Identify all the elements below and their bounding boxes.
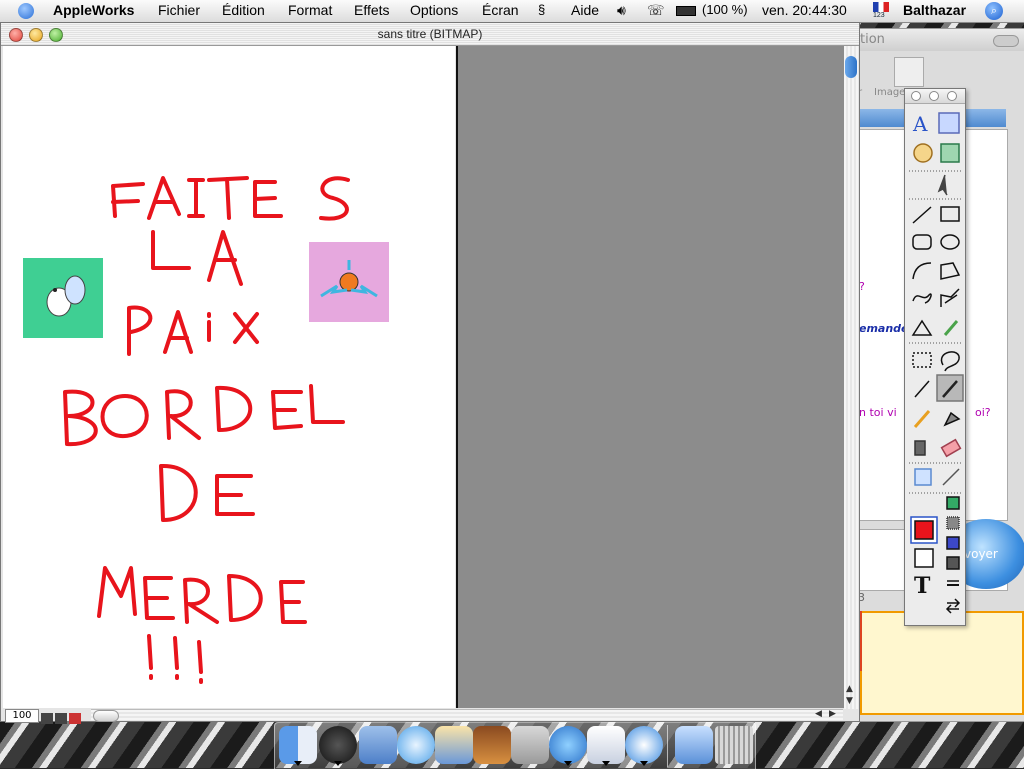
imovie-icon[interactable]: [473, 726, 511, 764]
eraser-tool-icon[interactable]: [937, 437, 961, 461]
rectangle-tool-icon[interactable]: [937, 203, 961, 227]
window-title: sans titre (BITMAP): [377, 27, 483, 41]
vertical-scroll-thumb[interactable]: [845, 56, 857, 78]
apple-menu-icon[interactable]: [18, 3, 34, 19]
notification-panel: [860, 611, 1024, 715]
horizontal-scroll-thumb[interactable]: [93, 710, 119, 722]
menu-ecran[interactable]: Écran: [482, 2, 519, 18]
safari-icon[interactable]: [625, 726, 663, 764]
zoom-controls[interactable]: [41, 709, 85, 724]
menu-edition[interactable]: Édition: [222, 2, 265, 18]
paint-bucket-tool-icon[interactable]: [937, 407, 961, 431]
scroll-down-arrow-icon[interactable]: ▼: [846, 696, 853, 706]
dock-divider: [667, 725, 668, 767]
horizontal-scrollbar[interactable]: ◀ ▶: [91, 709, 843, 722]
trash-icon[interactable]: [715, 726, 753, 764]
tool-palette[interactable]: A T: [904, 88, 966, 626]
scroll-right-arrow-icon[interactable]: ▶: [829, 709, 836, 719]
scroll-up-arrow-icon[interactable]: ▲: [846, 684, 853, 694]
polygon-tool-icon[interactable]: [937, 259, 961, 283]
spray-can-tool-icon[interactable]: [911, 437, 935, 461]
pencil-tool-icon[interactable]: [911, 407, 935, 431]
battery-percent: (100 %): [702, 2, 748, 17]
menu-effets[interactable]: Effets: [354, 2, 390, 18]
spotlight-icon[interactable]: ⌕: [985, 2, 1003, 20]
pachirisu-sprite: [23, 258, 103, 338]
menu-aide[interactable]: Aide: [571, 2, 599, 18]
zoom-percent-field[interactable]: 100: [5, 709, 39, 723]
fill-color-swatch[interactable]: [911, 517, 937, 543]
image-toolbar-icon[interactable]: [894, 57, 924, 87]
arc-tool-icon[interactable]: [911, 259, 935, 283]
menu-options[interactable]: Options: [410, 2, 458, 18]
text-tool-label[interactable]: T: [914, 573, 930, 599]
zoom-out-icon[interactable]: [41, 713, 53, 724]
paint-canvas[interactable]: [3, 46, 455, 708]
window-titlebar[interactable]: sans titre (BITMAP): [1, 23, 859, 46]
zoom-in-icon[interactable]: [55, 713, 67, 724]
ichat-icon[interactable]: [549, 726, 587, 764]
triangle-tool-icon[interactable]: [911, 317, 935, 341]
marquee-tool-icon[interactable]: [911, 347, 935, 371]
app-menu[interactable]: AppleWorks: [53, 2, 134, 18]
pointer-tool-icon[interactable]: [937, 173, 961, 197]
canvas-pasteboard: [456, 46, 845, 708]
applications-folder-icon[interactable]: [675, 726, 713, 764]
phone-icon[interactable]: ☏: [647, 2, 665, 19]
freehand-tool-icon[interactable]: [911, 287, 935, 311]
magic-wand-tool-icon[interactable]: [911, 377, 935, 401]
user-menu[interactable]: Balthazar: [903, 2, 966, 18]
spreadsheet-tool-icon[interactable]: [937, 109, 961, 133]
page-view-icon[interactable]: [69, 713, 81, 724]
system-preferences-icon[interactable]: [511, 726, 549, 764]
mail-icon[interactable]: [359, 726, 397, 764]
dashboard-icon[interactable]: [319, 726, 357, 764]
toolbar-toggle-button[interactable]: [993, 35, 1019, 47]
script-menu-icon[interactable]: §: [538, 2, 545, 17]
menu-bar: AppleWorks Fichier Édition Format Effets…: [0, 0, 1024, 23]
appleworks-paint-window[interactable]: sans titre (BITMAP) ▲ ▼ 100 ◀ ▶: [0, 22, 860, 724]
menu-fichier[interactable]: Fichier: [158, 2, 200, 18]
line-tool-icon[interactable]: [911, 203, 935, 227]
input-menu-flag-icon[interactable]: [873, 2, 889, 12]
appleworks-icon[interactable]: [587, 726, 625, 764]
toolbar-label-image: Image: [874, 87, 906, 98]
eyedropper-tool-icon[interactable]: [937, 317, 961, 341]
table-tool-icon[interactable]: [937, 141, 961, 165]
oval-tool-icon[interactable]: [937, 231, 961, 255]
menu-format[interactable]: Format: [288, 2, 332, 18]
iphoto-icon[interactable]: [435, 726, 473, 764]
chat-line: oi?: [975, 406, 991, 419]
transform-tool-icon[interactable]: [911, 465, 935, 489]
lasso-tool-icon[interactable]: [937, 347, 961, 371]
scroll-left-arrow-icon[interactable]: ◀: [815, 709, 822, 719]
chat-line: emande: [859, 322, 909, 335]
rounded-rect-tool-icon[interactable]: [911, 231, 935, 255]
itunes-icon[interactable]: [397, 726, 435, 764]
input-menu-number: 123: [873, 12, 885, 19]
text-tool-icon[interactable]: [911, 109, 935, 133]
chat-line: n toi vi: [859, 406, 897, 419]
brush-tool-icon[interactable]: [937, 375, 963, 401]
paint-tool-icon[interactable]: [911, 141, 935, 165]
finder-icon[interactable]: [279, 726, 317, 764]
vertical-scrollbar[interactable]: ▲ ▼: [844, 46, 858, 709]
painted-drawing: [23, 176, 389, 684]
dock: [274, 722, 756, 769]
background-window-titlebar[interactable]: tion: [846, 29, 1024, 51]
line-width-tool-icon[interactable]: [937, 465, 961, 489]
rotom-sprite: [309, 242, 389, 322]
battery-icon[interactable]: [676, 6, 696, 16]
bezigon-tool-icon[interactable]: [937, 287, 961, 311]
background-window-title: tion: [860, 32, 885, 47]
volume-icon[interactable]: 🔊︎: [617, 2, 626, 19]
menu-clock[interactable]: ven. 20:44:30: [762, 2, 847, 18]
